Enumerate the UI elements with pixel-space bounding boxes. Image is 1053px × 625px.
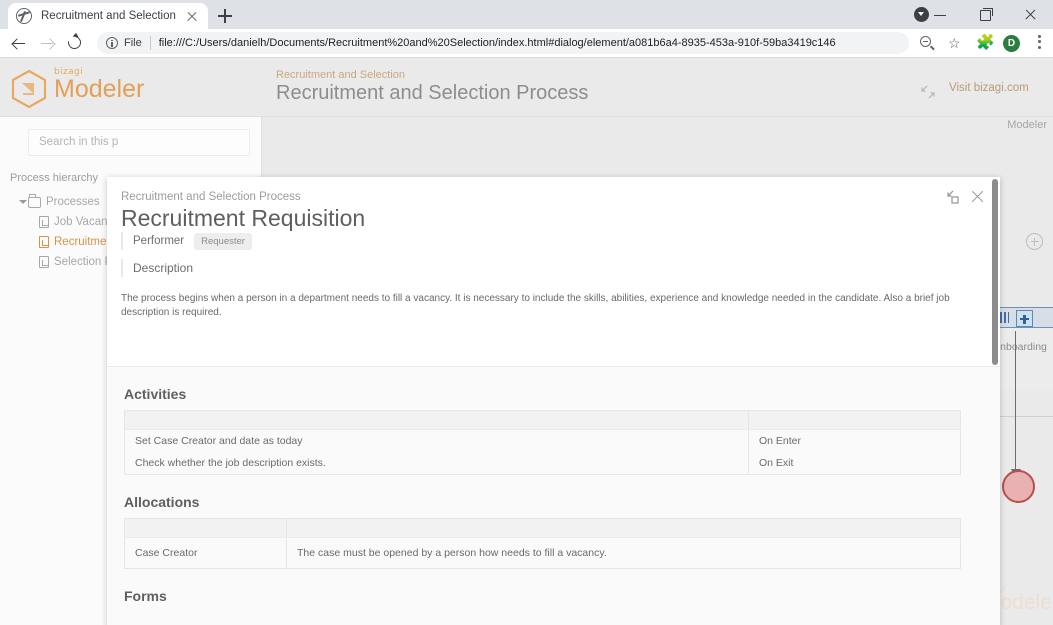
activity-name: Set Case Creator and date as today [135,435,303,447]
table-row: Case Creator The case must be opened by … [125,537,961,569]
globe-icon [16,8,32,24]
maximize-icon[interactable] [963,0,1008,29]
allocations-header-row [124,518,961,538]
accent-bar [121,232,123,250]
accent-bar [121,259,123,277]
dialog-breadcrumb: Recruitment and Selection Process [121,191,301,203]
table-row: Set Case Creator and date as today On En… [125,429,961,452]
document-icon [39,236,49,248]
forward-arrow-icon [41,38,53,49]
dialog-close-button[interactable] [969,188,986,205]
browser-toolbar: File file:///C:/Users/danielh/Documents/… [0,29,1053,57]
description-text: The process begins when a person in a de… [121,293,950,318]
bizagi-wordmark: bizagi Modeler [54,67,144,102]
star-icon: ☆ [948,35,961,51]
canvas-modeler-label: Modeler [1007,119,1047,131]
puzzle-icon: 🧩 [976,34,995,51]
bizagi-page: bizagi Modeler Recruitment and Selection… [0,58,1053,625]
tab-close-icon[interactable] [184,8,200,24]
scheme-label: File [124,37,142,49]
activities-table: Set Case Creator and date as today On En… [124,410,961,475]
chevron-down-icon[interactable] [18,198,27,207]
bizagi-hexagon-icon [11,69,47,109]
activities-col-name-header [124,410,749,430]
extensions-button[interactable]: 🧩 [969,29,997,57]
forms-section-title: Forms [124,588,167,604]
profile-button[interactable]: D [997,29,1025,57]
bpmn-end-event[interactable] [1002,470,1035,503]
search-input[interactable]: Search in this p [28,129,250,156]
window-controls [918,0,1053,29]
browser-titlebar: Recruitment and Selection [0,0,1053,29]
activities-header-row [124,410,961,430]
browser-window: Recruitment and Selection File file:///C… [0,0,1053,625]
kebab-menu-icon [1037,35,1041,51]
activity-trigger: On Exit [748,452,961,475]
element-detail-dialog: Recruitment and Selection Process Recrui… [107,177,1000,625]
allocation-name: Case Creator [135,547,198,559]
folder-icon [28,194,41,208]
activity-trigger: On Enter [748,429,961,452]
browser-tab[interactable]: Recruitment and Selection [8,3,208,29]
process-hierarchy-label: Process hierarchy [10,172,99,184]
zoom-in-icon[interactable] [1026,233,1043,250]
expand-arrows-icon[interactable] [944,189,960,205]
tree-item-label: Processes [46,196,100,208]
performer-badge: Requester [194,232,252,250]
app-header: bizagi Modeler Recruitment and Selection… [0,58,1053,117]
dialog-header: Recruitment and Selection Process Recrui… [107,177,1000,366]
forward-button[interactable] [33,29,61,57]
allocations-col-name-header [124,518,287,538]
new-tab-button[interactable] [213,4,237,28]
document-icon [39,216,49,228]
dialog-scrollbar[interactable] [992,179,998,365]
minimize-icon[interactable] [918,0,963,29]
back-button[interactable] [5,29,33,57]
collapse-arrows-icon[interactable] [919,84,937,100]
activities-section-title: Activities [124,386,187,402]
performer-row: Performer Requester [121,232,252,250]
dialog-body[interactable]: Activities Set Case Creator and date as … [107,366,1000,625]
bizagi-logo[interactable]: bizagi Modeler [10,66,240,110]
allocations-section-title: Allocations [124,494,200,510]
header-breadcrumb: Recruitment and Selection [276,69,406,81]
activity-name: Check whether the job description exists… [135,457,326,469]
bookmark-button[interactable]: ☆ [941,29,969,57]
back-arrow-icon [13,38,25,49]
url-text: file:///C:/Users/danielh/Documents/Recru… [158,37,836,49]
reload-icon [65,33,84,52]
activities-col-trigger-header [748,410,961,430]
expand-plus-icon[interactable] [1016,310,1033,327]
lane-handle-icon [1000,312,1012,323]
dialog-title: Recruitment Requisition [121,205,366,231]
close-icon[interactable] [1008,0,1053,29]
address-bar[interactable]: File file:///C:/Users/danielh/Documents/… [97,32,909,54]
sequence-flow [1014,331,1016,471]
zoom-out-icon [920,36,931,47]
reload-button[interactable] [61,29,89,57]
allocations-table: Case Creator The case must be opened by … [124,518,961,569]
visit-bizagi-link[interactable]: Visit bizagi.com [949,82,1029,94]
document-icon [39,256,49,268]
tab-title: Recruitment and Selection [41,10,176,22]
browser-menu-button[interactable] [1025,29,1053,57]
performer-label: Performer [133,235,185,247]
description-header: Description [121,259,193,277]
description-label: Description [133,261,194,275]
omnibox-divider [149,36,151,50]
allocations-col-detail-header [286,518,961,538]
zoom-button[interactable] [913,29,941,57]
info-circle-icon[interactable] [106,37,118,49]
page-title: Recruitment and Selection Process [276,82,589,104]
allocation-detail: The case must be opened by a person how … [286,537,961,569]
table-row: Check whether the job description exists… [125,452,961,475]
avatar: D [1003,35,1020,52]
brand-name: Modeler [54,75,145,103]
